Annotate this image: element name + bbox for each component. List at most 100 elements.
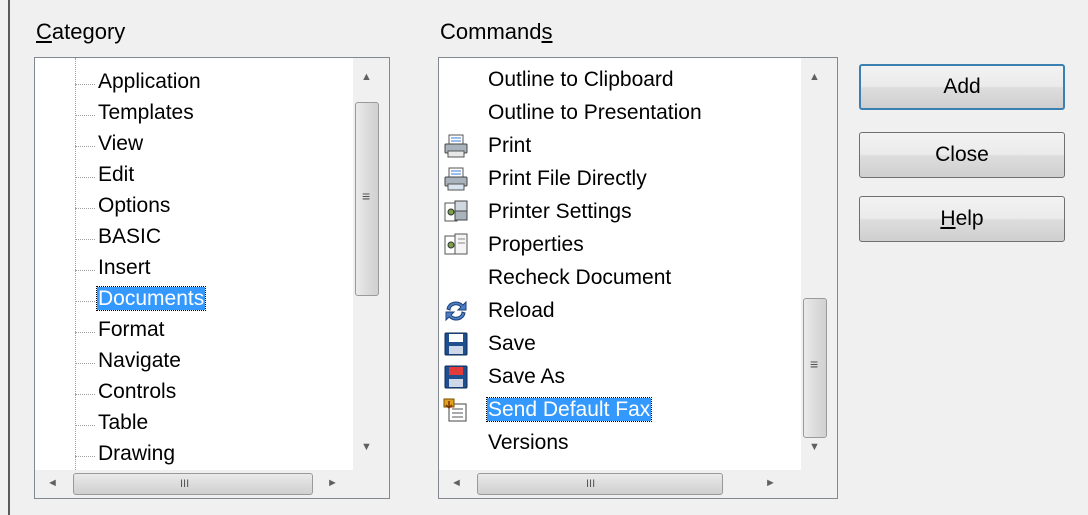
printer-settings-icon [443, 200, 469, 224]
command-item-label: Save As [488, 365, 566, 388]
category-item-edit[interactable]: Edit [97, 161, 135, 189]
category-hscroll-thumb[interactable]: III [73, 473, 313, 495]
tree-connector [75, 58, 76, 470]
command-item[interactable]: Print File Directly [444, 165, 648, 193]
category-item-drawing[interactable]: Drawing [97, 440, 176, 468]
window-left-border [8, 0, 10, 515]
tree-connector [75, 425, 95, 426]
tree-connector [75, 177, 95, 178]
category-item-label: Table [98, 411, 149, 434]
save-as-icon [443, 365, 469, 389]
category-item-label: View [98, 132, 144, 155]
category-vertical-scrollbar[interactable]: ▲ ≡ ▼ [353, 58, 389, 470]
command-item[interactable]: Printer Settings [444, 198, 633, 226]
command-item[interactable]: Save [444, 330, 537, 358]
category-item-label: Documents [95, 286, 207, 311]
grip-icon: ≡ [362, 188, 371, 204]
command-item[interactable]: Save As [444, 363, 566, 391]
command-item-label: Versions [488, 431, 569, 454]
category-item-insert[interactable]: Insert [97, 254, 152, 282]
scroll-left-arrow-icon[interactable]: ◄ [451, 477, 462, 489]
fax-icon [443, 398, 469, 422]
tree-connector [75, 270, 95, 271]
category-item-label: Insert [98, 256, 151, 279]
category-tree[interactable]: Application Templates View Edit Options BASIC… [34, 57, 390, 499]
tree-connector [75, 332, 95, 333]
category-item-label: Options [98, 194, 171, 217]
close-button[interactable]: Close [859, 132, 1065, 178]
commands-vscroll-thumb[interactable]: ≡ [803, 298, 827, 438]
tree-connector [75, 456, 95, 457]
scroll-down-arrow-icon[interactable]: ▼ [809, 441, 820, 453]
category-item-application[interactable]: Application [97, 68, 202, 96]
help-button[interactable]: Help [859, 196, 1065, 242]
command-item-label: Send Default Fax [485, 397, 653, 422]
category-item-documents[interactable]: Documents [95, 285, 207, 313]
command-item-label: Recheck Document [488, 266, 672, 289]
tree-connector [75, 363, 95, 364]
category-item-label: Navigate [98, 349, 181, 372]
save-icon [443, 332, 469, 356]
commands-vertical-scrollbar[interactable]: ▲ ≡ ▼ [801, 58, 837, 470]
grip-icon: III [586, 478, 596, 490]
category-horizontal-scrollbar[interactable]: ◄ III ► [35, 470, 389, 498]
command-item-label: Outline to Clipboard [488, 68, 674, 91]
tree-connector [75, 208, 95, 209]
reload-icon [443, 299, 469, 323]
command-item-label: Reload [488, 299, 555, 322]
commands-label: Commands [440, 19, 553, 44]
command-item[interactable]: Properties [444, 231, 585, 259]
category-item-label: Drawing [98, 442, 176, 465]
command-item[interactable]: Reload [445, 297, 556, 325]
grip-icon: III [180, 478, 190, 490]
category-item-label: BASIC [98, 225, 162, 248]
command-item-label: Save [488, 332, 536, 355]
printer-direct-icon [443, 167, 469, 191]
category-item-label: Templates [98, 101, 194, 124]
category-item-view[interactable]: View [97, 130, 144, 158]
category-item-label: Controls [98, 380, 177, 403]
tree-connector [75, 84, 95, 85]
command-item-label: Print [488, 134, 532, 157]
printer-icon [443, 134, 469, 158]
category-item-format[interactable]: Format [97, 316, 166, 344]
commands-horizontal-scrollbar[interactable]: ◄ III ► [439, 470, 837, 498]
category-item-controls[interactable]: Controls [97, 378, 177, 406]
scroll-down-arrow-icon[interactable]: ▼ [361, 441, 372, 453]
command-item-label: Outline to Presentation [488, 101, 702, 124]
command-item[interactable]: Outline to Presentation [487, 99, 703, 127]
category-item-basic[interactable]: BASIC [97, 223, 162, 251]
command-item[interactable]: Versions [487, 429, 570, 457]
tree-connector [75, 239, 95, 240]
category-item-navigate[interactable]: Navigate [97, 347, 182, 375]
category-vscroll-thumb[interactable]: ≡ [355, 102, 379, 296]
command-item-label: Properties [488, 233, 584, 256]
command-item[interactable]: Send Default Fax [443, 396, 653, 424]
commands-list[interactable]: Outline to Clipboard Outline to Presentat… [438, 57, 838, 499]
command-item-label: Printer Settings [488, 200, 632, 223]
tree-connector [75, 115, 95, 116]
category-item-label: Format [98, 318, 165, 341]
scroll-left-arrow-icon[interactable]: ◄ [47, 477, 58, 489]
category-item-options[interactable]: Options [97, 192, 171, 220]
scroll-up-arrow-icon[interactable]: ▲ [809, 71, 820, 83]
command-item[interactable]: Print [444, 132, 532, 160]
command-item-label: Print File Directly [488, 167, 647, 190]
grip-icon: ≡ [810, 356, 819, 372]
command-item[interactable]: Outline to Clipboard [487, 66, 675, 94]
tree-connector [75, 146, 95, 147]
command-item[interactable]: Recheck Document [487, 264, 672, 292]
properties-icon [443, 233, 469, 257]
scroll-right-arrow-icon[interactable]: ► [765, 477, 776, 489]
add-button[interactable]: Add [859, 64, 1065, 110]
scroll-right-arrow-icon[interactable]: ► [327, 477, 338, 489]
category-item-label: Edit [98, 163, 135, 186]
scroll-up-arrow-icon[interactable]: ▲ [361, 71, 372, 83]
category-item-table[interactable]: Table [97, 409, 149, 437]
tree-connector [75, 394, 95, 395]
category-label: Category [36, 19, 126, 44]
category-item-templates[interactable]: Templates [97, 99, 195, 127]
tree-connector [75, 301, 95, 302]
category-item-label: Application [98, 70, 201, 93]
commands-hscroll-thumb[interactable]: III [477, 473, 723, 495]
